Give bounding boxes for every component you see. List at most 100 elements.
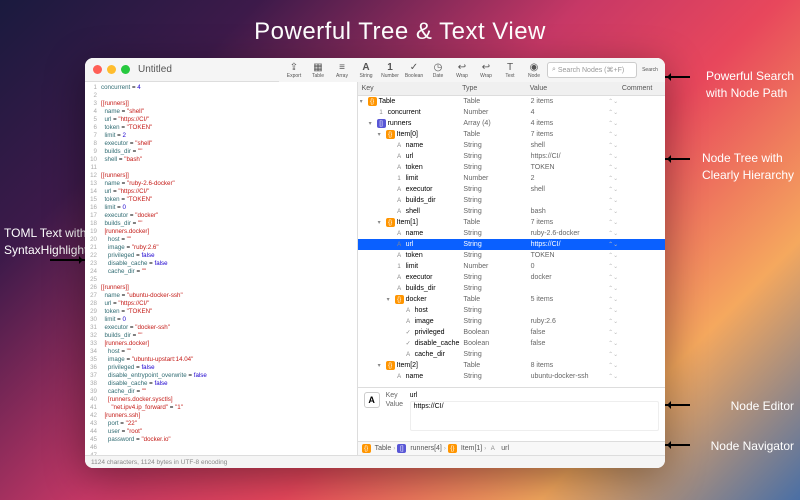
search-input[interactable]: ⌕ Search Nodes (⌘+F) xyxy=(547,62,637,78)
code-line[interactable]: 23 disable_cache = false xyxy=(85,260,357,268)
tree-row[interactable]: AurlStringhttps://CI/⌃⌄ xyxy=(358,151,665,162)
tree-row[interactable]: ▾{}Item[2]Table8 items⌃⌄ xyxy=(358,360,665,371)
tree-row[interactable]: AimageStringruby:2.6⌃⌄ xyxy=(358,316,665,327)
disclosure-icon[interactable]: ▾ xyxy=(387,296,395,303)
node-button[interactable]: ◉Node xyxy=(523,59,545,81)
tree-row[interactable]: ▾{}Item[1]Table7 items⌃⌄ xyxy=(358,217,665,228)
code-line[interactable]: 29 token = "TOKEN" xyxy=(85,308,357,316)
stepper-icon[interactable]: ⌃⌄ xyxy=(608,362,618,369)
code-line[interactable]: 37 disable_entrypoint_overwrite = false xyxy=(85,372,357,380)
minimize-icon[interactable] xyxy=(107,65,116,74)
code-line[interactable]: 6 token = "TOKEN" xyxy=(85,124,357,132)
stepper-icon[interactable]: ⌃⌄ xyxy=(608,109,618,116)
col-comment[interactable]: Comment xyxy=(622,85,665,92)
tree-row[interactable]: AnameStringubuntu-docker-ssh⌃⌄ xyxy=(358,371,665,382)
col-key[interactable]: Key xyxy=(358,85,463,92)
code-line[interactable]: 32 builds_dir = "" xyxy=(85,332,357,340)
date-button[interactable]: ◷Date xyxy=(427,59,449,81)
stepper-icon[interactable]: ⌃⌄ xyxy=(608,241,618,248)
code-line[interactable]: 38 disable_cache = false xyxy=(85,380,357,388)
wrap2-button[interactable]: ↩Wrap xyxy=(475,59,497,81)
tree-row[interactable]: Abuilds_dirString⌃⌄ xyxy=(358,283,665,294)
code-line[interactable]: 28 url = "https://CI/" xyxy=(85,300,357,308)
tree-row[interactable]: AnameStringshell⌃⌄ xyxy=(358,140,665,151)
stepper-icon[interactable]: ⌃⌄ xyxy=(608,153,618,160)
tree-row[interactable]: AshellStringbash⌃⌄ xyxy=(358,206,665,217)
table-button[interactable]: ▦Table xyxy=(307,59,329,81)
code-line[interactable]: 31 executor = "docker-ssh" xyxy=(85,324,357,332)
code-line[interactable]: 18 builds_dir = "" xyxy=(85,220,357,228)
code-line[interactable]: 13 name = "ruby-2.6-docker" xyxy=(85,180,357,188)
code-line[interactable]: 7 limit = 2 xyxy=(85,132,357,140)
stepper-icon[interactable]: ⌃⌄ xyxy=(608,175,618,182)
code-line[interactable]: 21 image = "ruby:2.6" xyxy=(85,244,357,252)
tree-row[interactable]: AexecutorStringdocker⌃⌄ xyxy=(358,272,665,283)
code-line[interactable]: 3[[runners]] xyxy=(85,100,357,108)
code-line[interactable]: 30 limit = 0 xyxy=(85,316,357,324)
stepper-icon[interactable]: ⌃⌄ xyxy=(608,274,618,281)
stepper-icon[interactable]: ⌃⌄ xyxy=(608,98,618,105)
code-line[interactable]: 34 host = "" xyxy=(85,348,357,356)
stepper-icon[interactable]: ⌃⌄ xyxy=(608,208,618,215)
code-line[interactable]: 36 privileged = false xyxy=(85,364,357,372)
code-line[interactable]: 4 name = "shell" xyxy=(85,108,357,116)
code-line[interactable]: 24 cache_dir = "" xyxy=(85,268,357,276)
code-line[interactable]: 8 executor = "shell" xyxy=(85,140,357,148)
text-button[interactable]: TText xyxy=(499,59,521,81)
breadcrumb-item[interactable]: {}Table xyxy=(362,444,392,453)
node-type-badge[interactable]: A xyxy=(364,392,380,408)
disclosure-icon[interactable]: ▾ xyxy=(378,131,386,138)
code-line[interactable]: 1concurrent = 4 xyxy=(85,84,357,92)
tree-row[interactable]: ▾{}Item[0]Table7 items⌃⌄ xyxy=(358,129,665,140)
tree-row[interactable]: AtokenStringTOKEN⌃⌄ xyxy=(358,162,665,173)
tree-body[interactable]: ▾{}TableTable2 items⌃⌄1concurrentNumber4… xyxy=(358,96,665,387)
stepper-icon[interactable]: ⌃⌄ xyxy=(608,318,618,325)
zoom-icon[interactable] xyxy=(121,65,130,74)
code-line[interactable]: 10 shell = "bash" xyxy=(85,156,357,164)
stepper-icon[interactable]: ⌃⌄ xyxy=(608,120,618,127)
code-line[interactable]: 42 [runners.ssh] xyxy=(85,412,357,420)
tree-row[interactable]: Abuilds_dirString⌃⌄ xyxy=(358,195,665,206)
tree-row[interactable]: AurlStringhttps://CI/⌃⌄ xyxy=(358,239,665,250)
code-line[interactable]: 12[[runners]] xyxy=(85,172,357,180)
tree-row[interactable]: ✓privilegedBooleanfalse⌃⌄ xyxy=(358,327,665,338)
tree-row[interactable]: 1concurrentNumber4⌃⌄ xyxy=(358,107,665,118)
code-line[interactable]: 45 password = "docker.io" xyxy=(85,436,357,444)
tree-row[interactable]: AtokenStringTOKEN⌃⌄ xyxy=(358,250,665,261)
stepper-icon[interactable]: ⌃⌄ xyxy=(608,329,618,336)
stepper-icon[interactable]: ⌃⌄ xyxy=(608,164,618,171)
code-line[interactable]: 39 cache_dir = "" xyxy=(85,388,357,396)
text-editor[interactable]: 1concurrent = 423[[runners]]4 name = "sh… xyxy=(85,82,358,455)
tree-row[interactable]: ▾{}dockerTable5 items⌃⌄ xyxy=(358,294,665,305)
stepper-icon[interactable]: ⌃⌄ xyxy=(608,340,618,347)
code-line[interactable]: 43 port = "22" xyxy=(85,420,357,428)
stepper-icon[interactable]: ⌃⌄ xyxy=(608,197,618,204)
code-line[interactable]: 27 name = "ubuntu-docker-ssh" xyxy=(85,292,357,300)
stepper-icon[interactable]: ⌃⌄ xyxy=(608,186,618,193)
code-line[interactable]: 11 xyxy=(85,164,357,172)
code-line[interactable]: 9 builds_dir = "" xyxy=(85,148,357,156)
stepper-icon[interactable]: ⌃⌄ xyxy=(608,131,618,138)
disclosure-icon[interactable]: ▾ xyxy=(360,98,368,105)
tree-row[interactable]: ▾[]runnersArray (4)4 items⌃⌄ xyxy=(358,118,665,129)
number-button[interactable]: 1Number xyxy=(379,59,401,81)
breadcrumb-item[interactable]: Aurl xyxy=(488,444,509,453)
tree-row[interactable]: 1limitNumber2⌃⌄ xyxy=(358,173,665,184)
boolean-button[interactable]: ✓Boolean xyxy=(403,59,425,81)
wrap-button[interactable]: ↩Wrap xyxy=(451,59,473,81)
stepper-icon[interactable]: ⌃⌄ xyxy=(608,219,618,226)
disclosure-icon[interactable]: ▾ xyxy=(369,120,377,127)
code-line[interactable]: 44 user = "root" xyxy=(85,428,357,436)
tree-row[interactable]: ✓disable_cacheBooleanfalse⌃⌄ xyxy=(358,338,665,349)
value-input[interactable]: https://CI/ xyxy=(410,401,659,431)
stepper-icon[interactable]: ⌃⌄ xyxy=(608,230,618,237)
breadcrumb-item[interactable]: []runners[4] xyxy=(397,444,442,453)
tree-row[interactable]: ▾{}TableTable2 items⌃⌄ xyxy=(358,96,665,107)
code-line[interactable]: 15 token = "TOKEN" xyxy=(85,196,357,204)
code-line[interactable]: 5 url = "https://CI/" xyxy=(85,116,357,124)
code-line[interactable]: 16 limit = 0 xyxy=(85,204,357,212)
col-type[interactable]: Type xyxy=(462,85,530,92)
code-line[interactable]: 33 [runners.docker] xyxy=(85,340,357,348)
stepper-icon[interactable]: ⌃⌄ xyxy=(608,142,618,149)
code-line[interactable]: 17 executor = "docker" xyxy=(85,212,357,220)
